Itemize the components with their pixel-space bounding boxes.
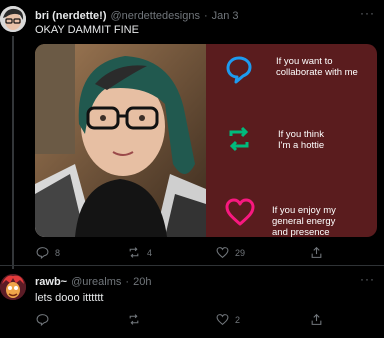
like-count: 29 <box>235 247 246 258</box>
thread-line <box>12 36 14 269</box>
avatar[interactable] <box>0 274 26 300</box>
tweet-text: OKAY DAMMIT FINE <box>35 24 139 36</box>
retweet-button[interactable] <box>127 313 147 326</box>
reply-icon <box>36 247 49 259</box>
card-text-heart: If you enjoy my general energy and prese… <box>272 205 336 237</box>
reply-button[interactable]: 8 <box>36 246 60 259</box>
tweet-media[interactable]: If you want to collaborate with me If yo… <box>35 44 377 237</box>
reply-bubble-icon <box>226 56 252 84</box>
reply-button[interactable] <box>36 313 55 326</box>
display-name[interactable]: bri (nerdette!) <box>35 10 107 22</box>
avatar[interactable] <box>0 6 26 32</box>
selfie-image <box>35 44 206 237</box>
like-icon <box>216 314 229 326</box>
handle[interactable]: @nerdettedesigns <box>111 10 200 22</box>
photo[interactable] <box>35 44 206 237</box>
more-options-button[interactable]: ··· <box>360 272 375 286</box>
info-card: If you want to collaborate with me If yo… <box>206 44 377 237</box>
separator: · <box>125 276 130 288</box>
reply-text: lets dooo itttttt <box>35 292 104 304</box>
timestamp[interactable]: Jan 3 <box>212 10 239 22</box>
reply-header: rawb~ @urealms · 20h <box>35 276 151 288</box>
handle[interactable]: @urealms <box>71 276 121 288</box>
card-text-retweet: If you think I'm a hottie <box>278 129 324 151</box>
timestamp[interactable]: 20h <box>133 276 151 288</box>
retweet-icon <box>129 247 139 258</box>
display-name[interactable]: rawb~ <box>35 276 67 288</box>
like-count: 2 <box>235 314 241 325</box>
share-icon <box>311 246 322 258</box>
retweet-count: 4 <box>147 247 153 258</box>
retweet-icon <box>129 314 139 325</box>
card-line: If you want to collaborate with me <box>276 56 358 78</box>
card-text-reply: If you want to collaborate with me <box>276 56 358 78</box>
share-button[interactable] <box>310 313 329 326</box>
retweet-icon <box>229 126 249 152</box>
card-line: If you think I'm a hottie <box>278 129 325 151</box>
like-button[interactable]: 29 <box>216 246 245 259</box>
share-icon <box>311 313 322 325</box>
reply-count: 8 <box>55 247 61 258</box>
reply-icon <box>36 314 49 326</box>
divider <box>0 265 384 266</box>
like-icon <box>216 247 229 259</box>
more-options-button[interactable]: ··· <box>360 6 375 20</box>
tweet-header: bri (nerdette!) @nerdettedesigns · Jan 3 <box>35 10 239 22</box>
share-button[interactable] <box>310 246 329 259</box>
card-line: If you enjoy my general energy and prese… <box>272 205 336 237</box>
retweet-button[interactable]: 4 <box>127 246 152 259</box>
heart-icon <box>225 198 255 226</box>
separator: · <box>203 10 208 22</box>
like-button[interactable]: 2 <box>216 313 240 326</box>
